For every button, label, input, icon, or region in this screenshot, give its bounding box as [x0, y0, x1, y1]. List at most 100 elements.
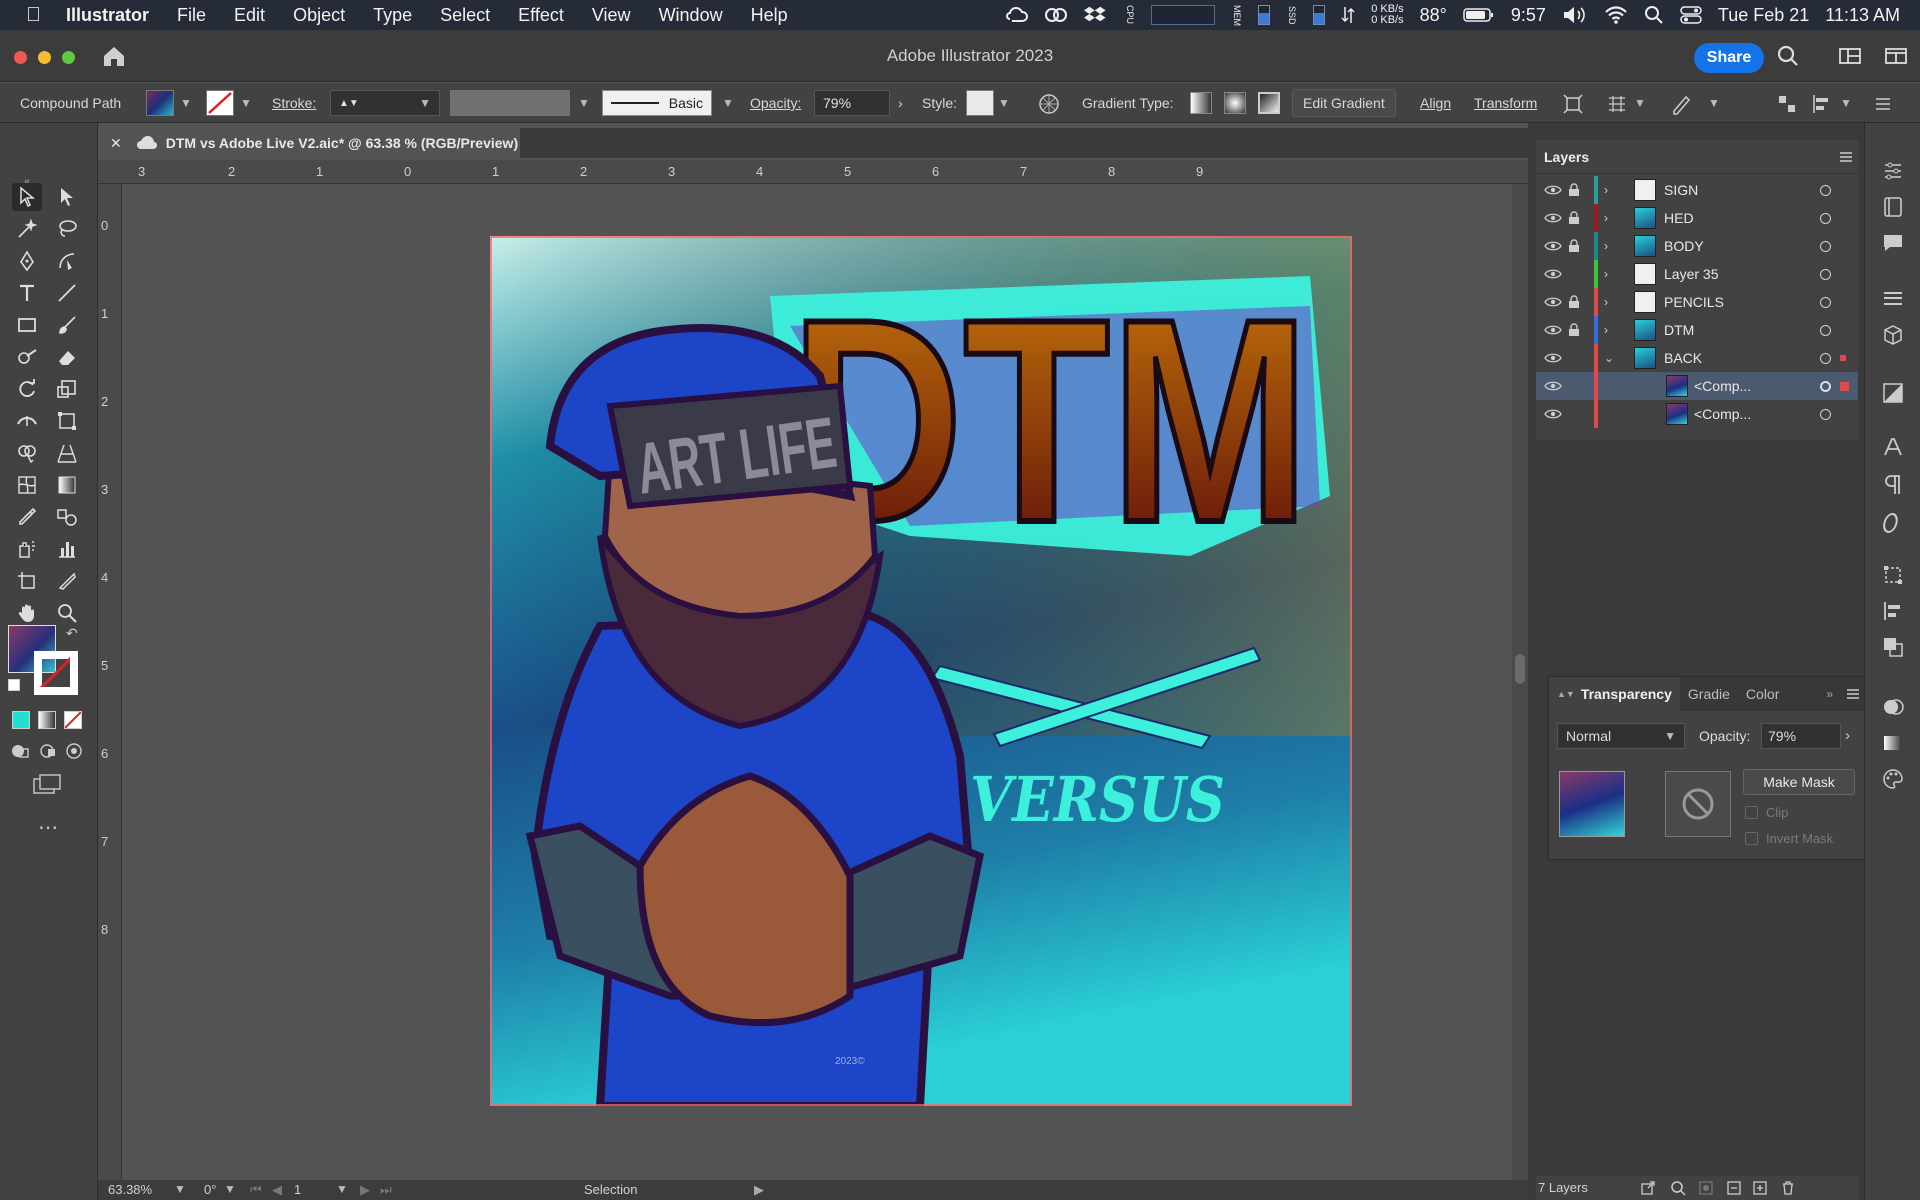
layer-target-icon[interactable] — [1820, 213, 1831, 224]
layers-panel-title[interactable]: Layers — [1544, 149, 1589, 165]
zoom-dropdown-icon[interactable]: ▼ — [174, 1182, 186, 1196]
lock-icon[interactable] — [1568, 232, 1580, 260]
zoom-tool[interactable] — [52, 599, 82, 627]
menu-window[interactable]: Window — [659, 5, 723, 26]
draw-behind-icon[interactable] — [38, 741, 58, 761]
menu-file[interactable]: File — [177, 5, 206, 26]
visibility-eye-icon[interactable] — [1544, 372, 1562, 400]
chevron-right-icon[interactable]: › — [1604, 260, 1608, 288]
layer-target-icon[interactable] — [1820, 353, 1831, 364]
visibility-eye-icon[interactable] — [1544, 400, 1562, 428]
eyedropper-tool[interactable] — [12, 503, 42, 531]
brush-dropdown-icon[interactable]: ▼ — [722, 83, 734, 123]
layer-name[interactable]: <Comp... — [1694, 372, 1751, 400]
layer-name[interactable]: Layer 35 — [1664, 260, 1718, 288]
graphic-styles-icon[interactable] — [1881, 381, 1905, 405]
layer-target-icon[interactable] — [1820, 297, 1831, 308]
first-artboard-icon[interactable]: ⏮ — [250, 1182, 262, 1198]
lock-icon[interactable] — [1568, 176, 1580, 204]
none-mode-button[interactable] — [64, 711, 82, 729]
rotation-value[interactable]: 0° — [204, 1182, 216, 1197]
dropbox-icon[interactable] — [1084, 5, 1108, 25]
lock-icon[interactable] — [1568, 288, 1580, 316]
arrange-documents-icon[interactable] — [1838, 44, 1862, 68]
chevron-right-icon[interactable]: › — [1604, 204, 1608, 232]
menu-view[interactable]: View — [592, 5, 631, 26]
transparency-panel-menu-icon[interactable] — [1845, 687, 1861, 701]
menu-app-name[interactable]: Illustrator — [66, 5, 149, 26]
layer-sublayer-row[interactable]: <Comp... — [1536, 400, 1858, 428]
eraser-tool[interactable] — [52, 343, 82, 371]
layer-name[interactable]: BODY — [1664, 232, 1704, 260]
magic-wand-tool[interactable] — [12, 215, 42, 243]
battery-icon[interactable] — [1463, 7, 1495, 23]
chevron-right-icon[interactable]: › — [1604, 176, 1608, 204]
selection-indicator[interactable] — [1840, 372, 1849, 400]
default-fill-stroke-icon[interactable] — [8, 679, 20, 691]
stroke-panel-icon[interactable] — [1881, 287, 1905, 311]
layer-row[interactable]: ⌄ BACK — [1536, 344, 1858, 372]
locate-object-icon[interactable] — [1670, 1180, 1686, 1196]
next-artboard-icon[interactable]: ▶ — [360, 1182, 370, 1198]
warp-dropdown-icon[interactable]: ▼ — [1634, 83, 1646, 123]
layer-row[interactable]: › Layer 35 — [1536, 260, 1858, 288]
zoom-level[interactable]: 63.38% — [108, 1182, 152, 1197]
layer-name[interactable]: BACK — [1664, 344, 1702, 372]
layer-row[interactable]: › DTM — [1536, 316, 1858, 344]
vertical-scrollbar[interactable] — [1512, 184, 1528, 1180]
menubar-date[interactable]: Tue Feb 21 — [1718, 5, 1809, 26]
transparency-panel-icon[interactable] — [1881, 695, 1905, 719]
lasso-tool[interactable] — [52, 215, 82, 243]
layer-row[interactable]: › BODY — [1536, 232, 1858, 260]
layer-target-icon[interactable] — [1820, 325, 1831, 336]
linear-gradient-button[interactable] — [1190, 83, 1212, 123]
visibility-eye-icon[interactable] — [1544, 260, 1562, 288]
previous-artboard-icon[interactable]: ◀ — [272, 1182, 282, 1198]
align-to-icon[interactable] — [1810, 93, 1832, 115]
gradient-mode-button[interactable] — [38, 711, 56, 729]
selection-indicator[interactable] — [1840, 344, 1846, 372]
blend-mode-select[interactable]: Normal ▼ — [1557, 723, 1685, 749]
document-tab[interactable]: ✕ DTM vs Adobe Live V2.aic* @ 63.38 % (R… — [98, 128, 520, 158]
variable-width-profile[interactable] — [450, 83, 570, 123]
create-sublayer-icon[interactable] — [1726, 1180, 1742, 1196]
layer-row[interactable]: › HED — [1536, 204, 1858, 232]
panel-menu-icon[interactable] — [1872, 93, 1894, 115]
free-transform-tool[interactable] — [52, 407, 82, 435]
layer-name[interactable]: PENCILS — [1664, 288, 1724, 316]
tab-gradient[interactable]: Gradie — [1680, 677, 1738, 711]
menu-object[interactable]: Object — [293, 5, 345, 26]
transparency-opacity-expand-icon[interactable]: › — [1845, 727, 1850, 744]
paragraph-icon[interactable] — [1881, 473, 1905, 497]
volume-icon[interactable] — [1562, 5, 1588, 25]
stroke-color-box[interactable] — [34, 651, 78, 695]
workspace-switcher-icon[interactable] — [1884, 44, 1908, 68]
stroke-swatch-dropdown-icon[interactable]: ▼ — [240, 83, 252, 123]
comments-icon[interactable] — [1881, 231, 1905, 255]
menu-type[interactable]: Type — [373, 5, 412, 26]
visibility-eye-icon[interactable] — [1544, 176, 1562, 204]
layer-target-icon[interactable] — [1820, 269, 1831, 280]
column-graph-tool[interactable] — [52, 535, 82, 563]
artboard-number[interactable]: 1 — [294, 1182, 301, 1197]
stroke-swatch[interactable] — [206, 83, 234, 123]
search-icon[interactable] — [1776, 44, 1800, 68]
rectangle-tool[interactable] — [12, 311, 42, 339]
delete-layer-icon[interactable] — [1780, 1180, 1796, 1196]
color-mode-button[interactable] — [12, 711, 30, 729]
type-tool[interactable] — [12, 279, 42, 307]
invert-mask-check-box[interactable] — [1745, 832, 1758, 845]
recolor-artwork-icon[interactable] — [1038, 93, 1060, 115]
change-screen-mode-icon[interactable] — [32, 773, 62, 795]
blend-tool[interactable] — [52, 503, 82, 531]
panel-collapse-icon[interactable]: ▲▼ — [1557, 689, 1575, 699]
width-tool[interactable] — [12, 407, 42, 435]
selection-tool[interactable] — [12, 183, 42, 211]
stroke-label[interactable]: Stroke: — [272, 83, 316, 123]
color-palette-icon[interactable] — [1881, 767, 1905, 791]
menu-edit[interactable]: Edit — [234, 5, 265, 26]
apple-menu-icon[interactable]:  — [26, 4, 48, 27]
rotate-tool[interactable] — [12, 375, 42, 403]
layer-name[interactable]: SIGN — [1664, 176, 1698, 204]
pen-tool[interactable] — [12, 247, 42, 275]
